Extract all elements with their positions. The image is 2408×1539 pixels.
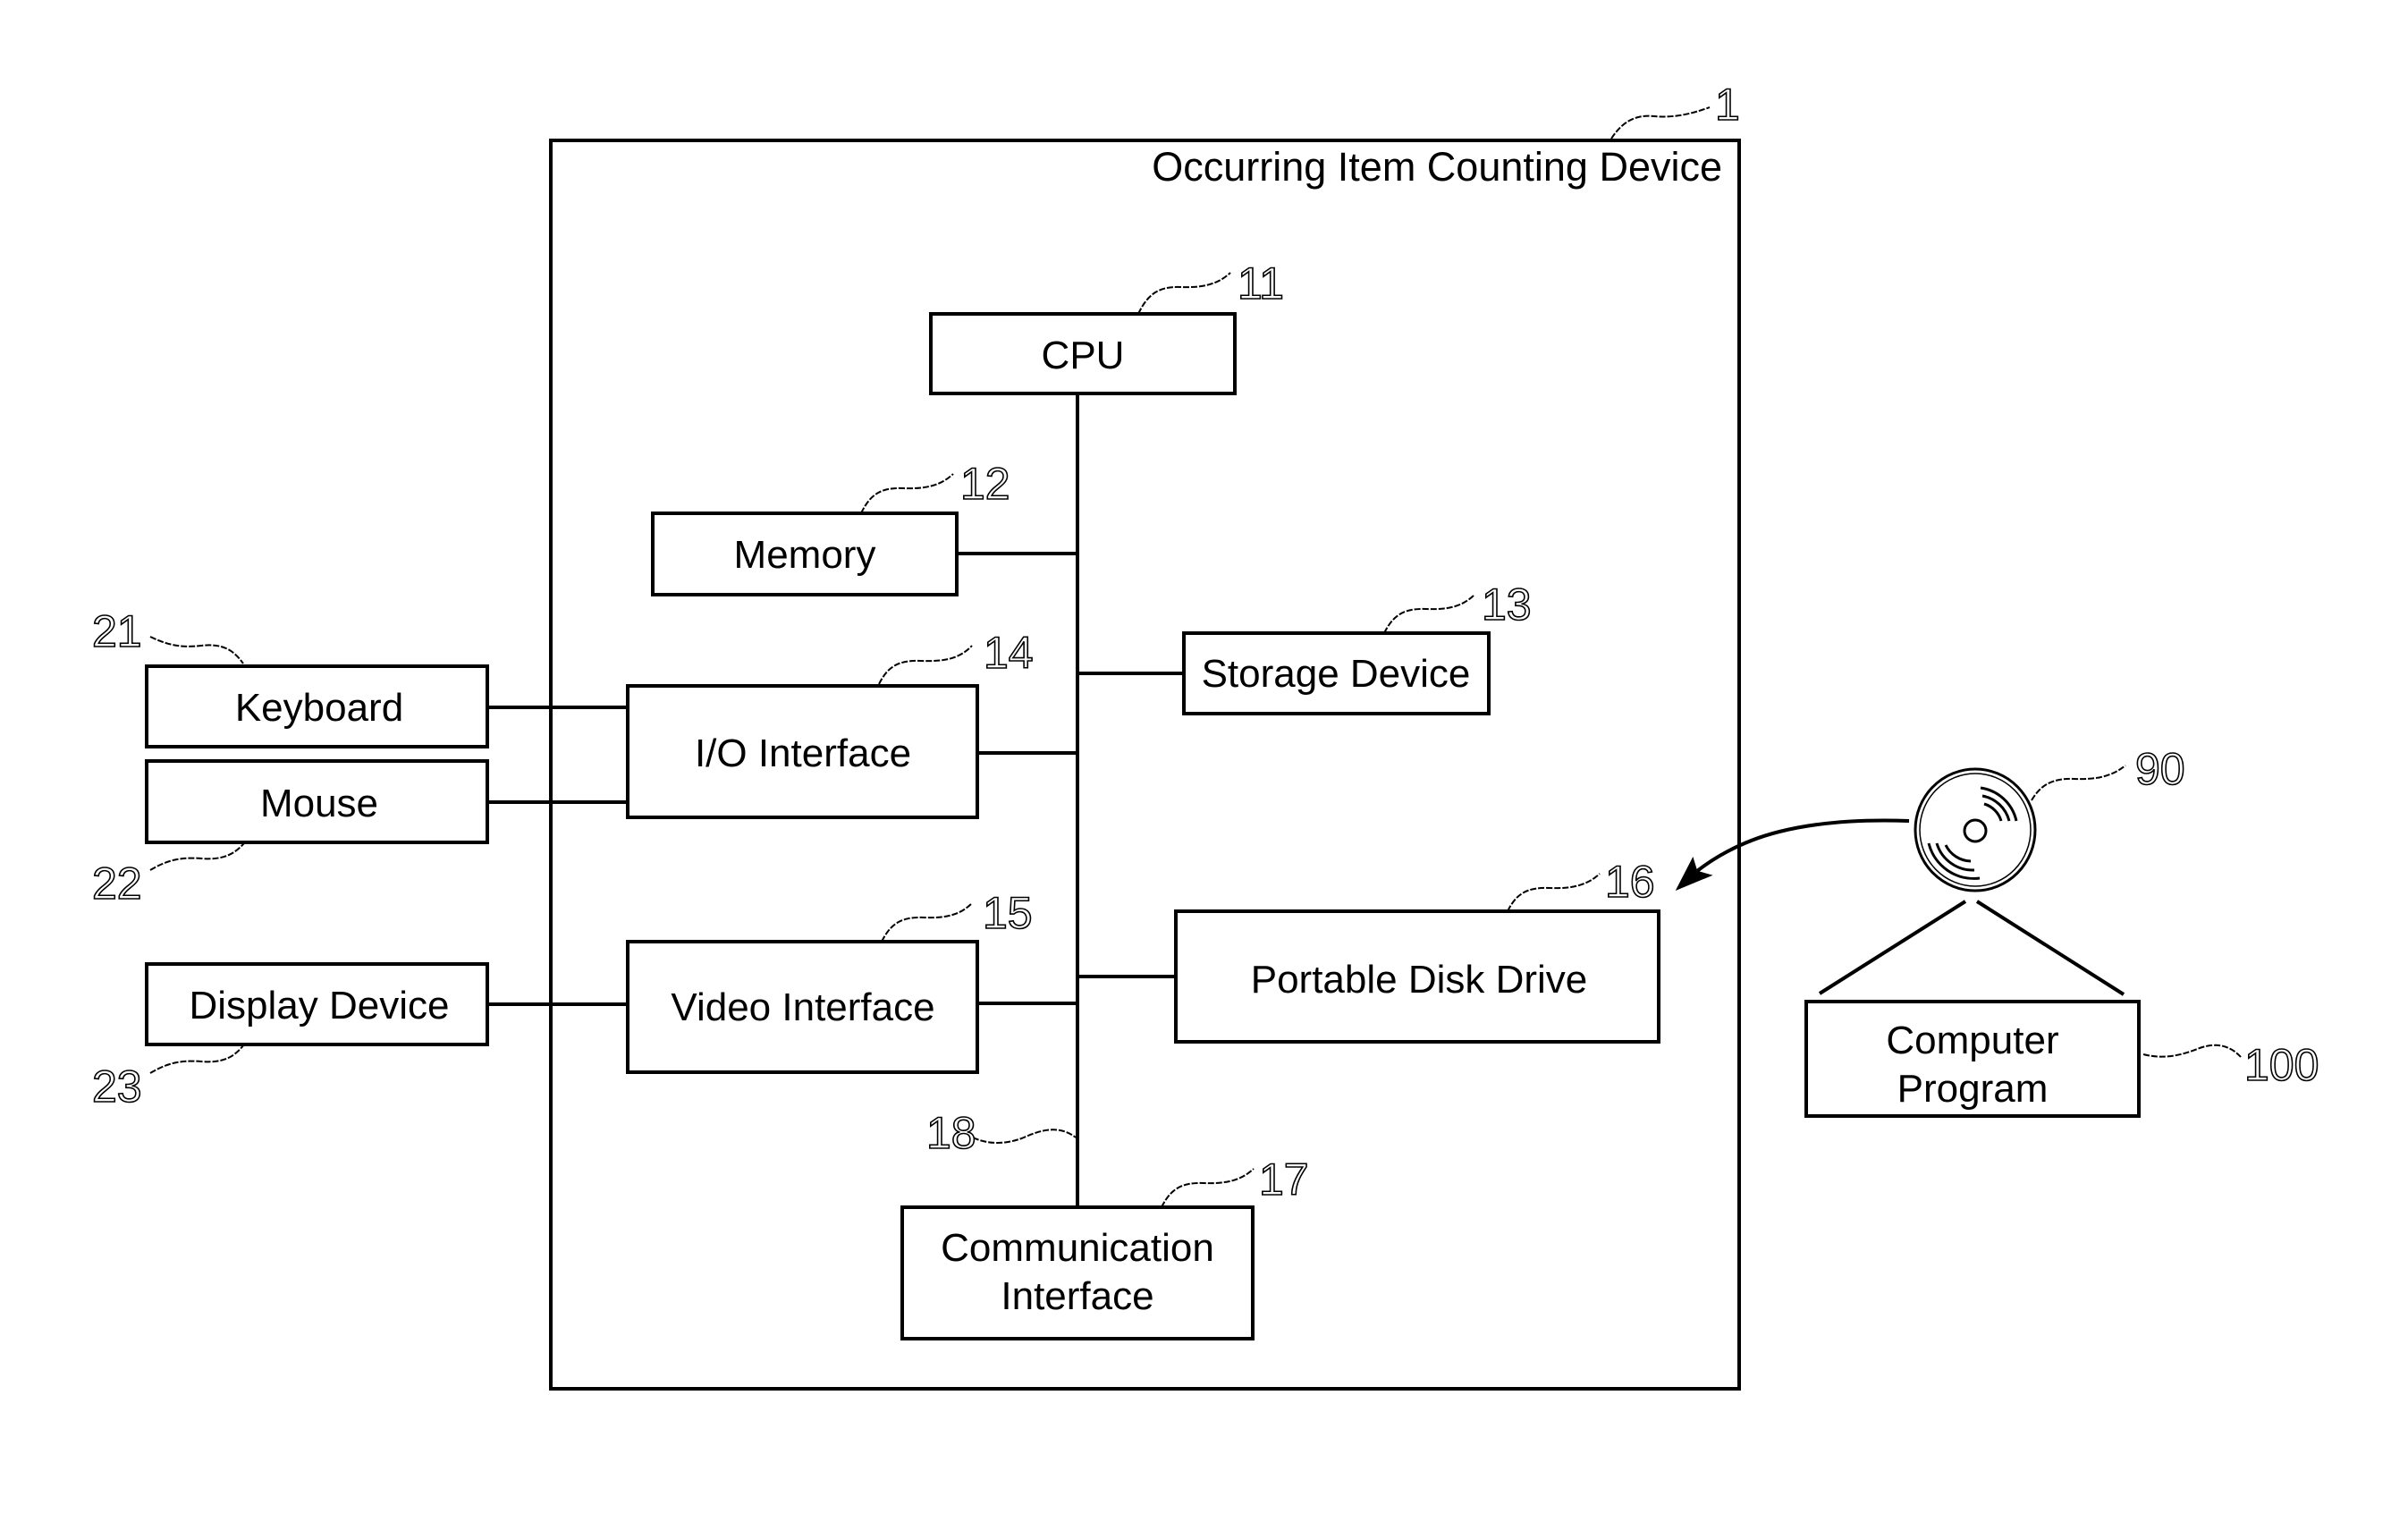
cpu-label: CPU (1042, 334, 1125, 377)
device-ref: 1 (1715, 80, 1740, 130)
device-title: Occurring Item Counting Device (1152, 144, 1722, 190)
disk-drive-ref: 16 (1605, 857, 1655, 907)
storage-ref: 13 (1482, 579, 1532, 630)
memory-label: Memory (734, 533, 876, 577)
contents-line-right (1975, 900, 2125, 996)
optical-disc[interactable]: 90 (1914, 743, 2185, 892)
storage-label: Storage Device (1202, 652, 1471, 696)
keyboard-ref-leader (149, 636, 244, 664)
computer-program-label-line2: Program (1897, 1067, 2049, 1111)
cpu-ref: 11 (1238, 258, 1284, 309)
video-ref: 15 (983, 888, 1033, 938)
comm-ref: 17 (1259, 1154, 1309, 1205)
mouse-ref-leader (149, 842, 245, 871)
contents-line-left (1818, 900, 1967, 995)
memory-ref: 12 (960, 459, 1010, 509)
disc-contents-lines (1818, 900, 2125, 996)
mouse-label: Mouse (260, 782, 378, 825)
display-ref-leader (149, 1044, 245, 1074)
device-ref-leader (1610, 106, 1711, 140)
mouse-ref: 22 (92, 858, 142, 909)
display-block[interactable]: Display Device 23 (91, 962, 489, 1112)
optical-disc-icon[interactable] (1914, 767, 2037, 892)
display-ref: 23 (92, 1061, 142, 1112)
computer-program-ref: 100 (2244, 1040, 2319, 1090)
hardware-block-diagram: Occurring Item Counting Device 1 18 CPU … (91, 79, 2319, 1391)
io-ref: 14 (984, 628, 1034, 678)
io-label: I/O Interface (695, 731, 911, 775)
disc-ref: 90 (2135, 744, 2185, 794)
video-label: Video Interface (671, 985, 934, 1029)
bus-ref: 18 (926, 1108, 976, 1158)
keyboard-label: Keyboard (235, 686, 403, 730)
computer-program-label-line1: Computer (1886, 1019, 2058, 1062)
mouse-block[interactable]: Mouse 22 (91, 759, 489, 909)
computer-program-ref-leader (2142, 1044, 2242, 1058)
disk-drive-label: Portable Disk Drive (1251, 958, 1588, 1002)
disc-ref-leader (2031, 765, 2126, 801)
display-label: Display Device (190, 984, 450, 1027)
keyboard-ref: 21 (92, 606, 142, 656)
comm-label-line2: Interface (1001, 1274, 1153, 1318)
keyboard-block[interactable]: Keyboard 21 (91, 605, 489, 748)
comm-label-line1: Communication (941, 1226, 1214, 1270)
computer-program-block[interactable]: Computer Program 100 (1804, 1000, 2319, 1118)
